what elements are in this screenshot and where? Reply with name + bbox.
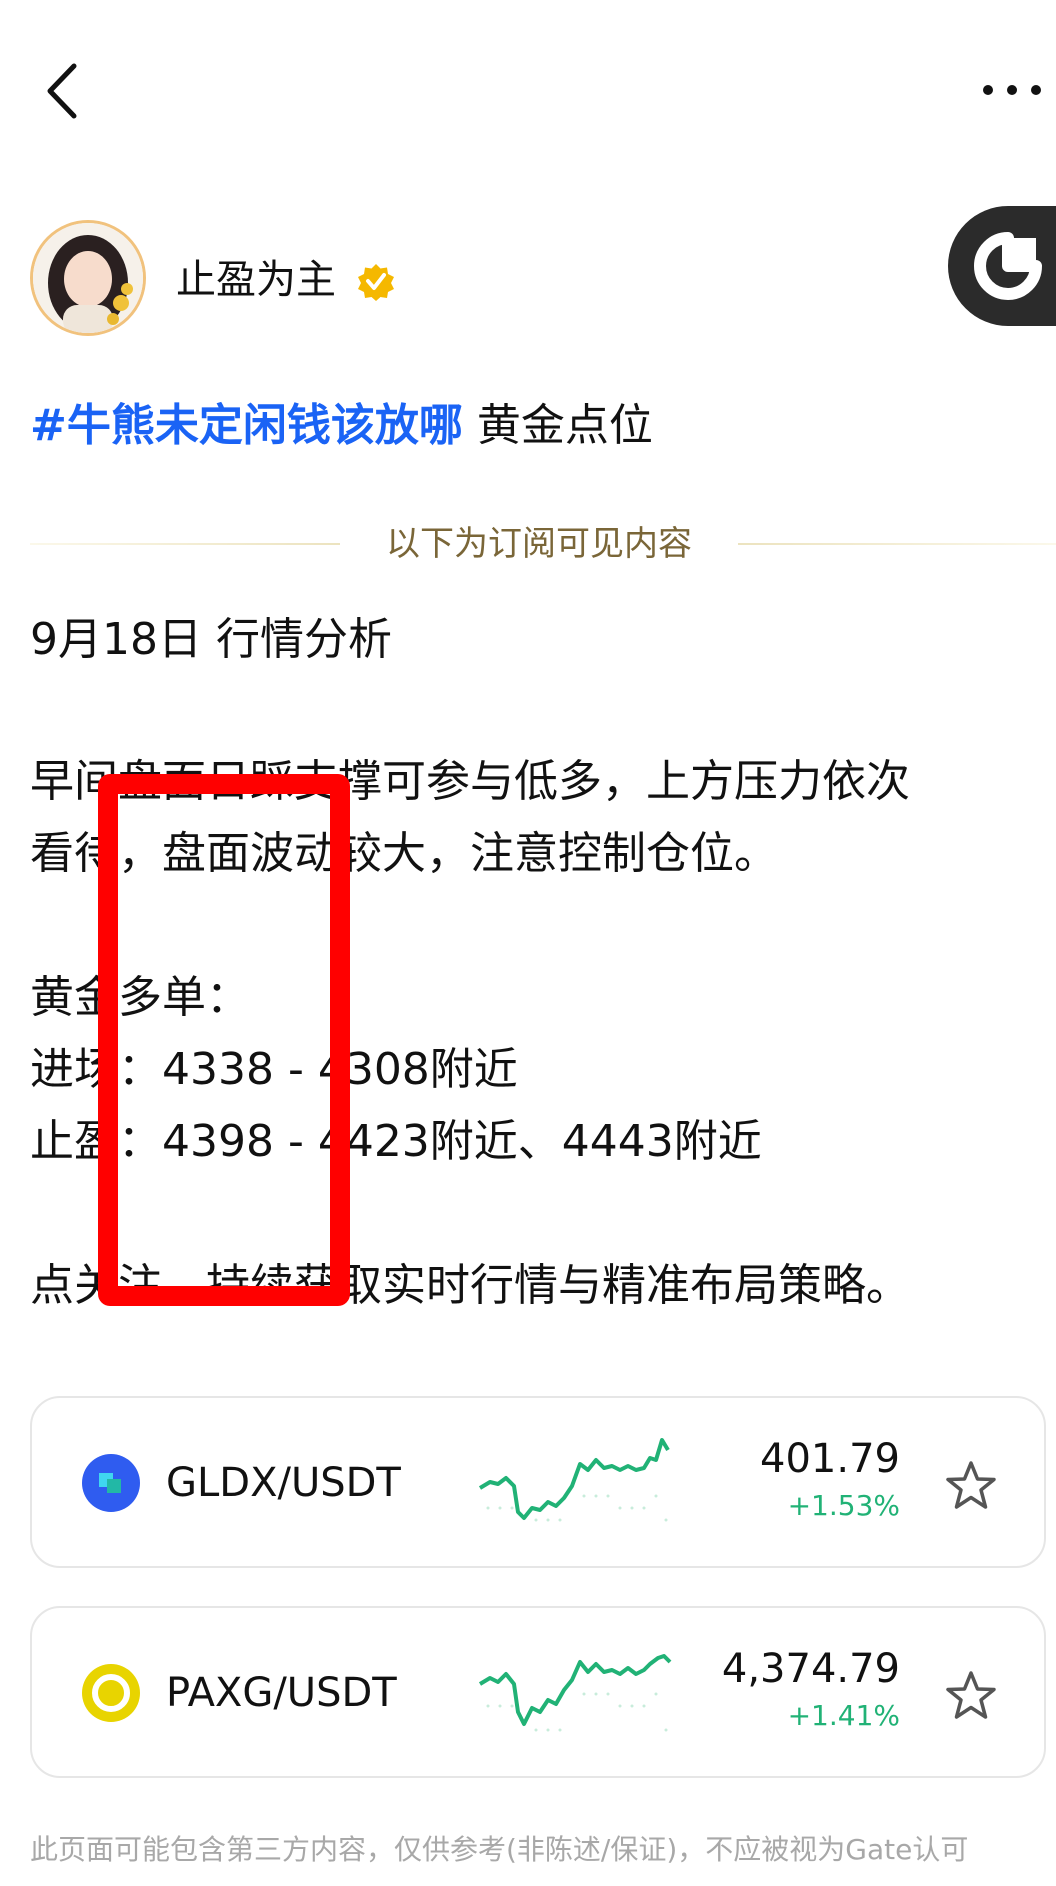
sparkline-chart (478, 1654, 672, 1732)
post-title: #牛熊未定闲钱该放哪 黄金点位 (30, 398, 653, 454)
more-dots-icon (983, 85, 1041, 95)
ticker-pair: GLDX/USDT (166, 1460, 401, 1506)
ticker-price: 401.79 (760, 1436, 900, 1482)
post-paragraph-line: 黄金多单： (30, 972, 250, 1023)
ticker-price: 4,374.79 (721, 1646, 900, 1692)
post-paragraph-line: 进场：4338 - 4308附近 (30, 1044, 518, 1095)
divider-right (738, 543, 1056, 545)
ticker-pair: PAXG/USDT (166, 1670, 397, 1716)
sparkline-chart (478, 1438, 670, 1522)
post-date-line: 9月18日 行情分析 (30, 614, 392, 665)
chevron-left-icon (47, 63, 77, 119)
post-paragraph-line: 点关注，持续获取实时行情与精准布局策略。 (30, 1260, 910, 1311)
post-paragraph-line: 早间盘面日踩支撑可参与低多，上方压力依次 (30, 756, 910, 807)
floating-action-button[interactable] (948, 206, 1056, 326)
disclaimer-text: 此页面可能包含第三方内容，仅供参考(非陈述/保证)，不应被视为Gate认可 (30, 1833, 969, 1866)
post-title-text: 黄金点位 (476, 400, 653, 451)
post-paragraph-line: 止盈：4398 - 4423附近、4443附近 (30, 1116, 762, 1167)
paxg-coin-icon (82, 1664, 140, 1722)
author-name[interactable]: 止盈为主 (176, 254, 336, 306)
gldx-coin-icon (82, 1454, 140, 1512)
ticker-change: +1.41% (787, 1699, 900, 1732)
star-outline-icon (946, 1671, 996, 1719)
favorite-star-button[interactable] (942, 1668, 1000, 1726)
ticker-card-paxg[interactable]: PAXG/USDT 4,374.79 +1.41% (30, 1606, 1046, 1778)
ticker-card-gldx[interactable]: GLDX/USDT 401.79 +1.53% (30, 1396, 1046, 1568)
author-avatar[interactable] (30, 220, 146, 336)
more-options-button[interactable] (980, 78, 1044, 102)
subscription-label: 以下为订阅可见内容 (386, 524, 692, 564)
star-outline-icon (946, 1461, 996, 1509)
back-button[interactable] (40, 58, 92, 124)
favorite-star-button[interactable] (942, 1458, 1000, 1516)
divider-left (30, 543, 340, 545)
hashtag-link[interactable]: #牛熊未定闲钱该放哪 (30, 400, 463, 451)
verified-badge-icon (356, 262, 396, 302)
pie-chart-icon (974, 232, 1042, 300)
ticker-change: +1.53% (787, 1489, 900, 1522)
avatar-image (33, 223, 143, 333)
post-paragraph-line: 看待，盘面波动较大，注意控制仓位。 (30, 828, 778, 879)
